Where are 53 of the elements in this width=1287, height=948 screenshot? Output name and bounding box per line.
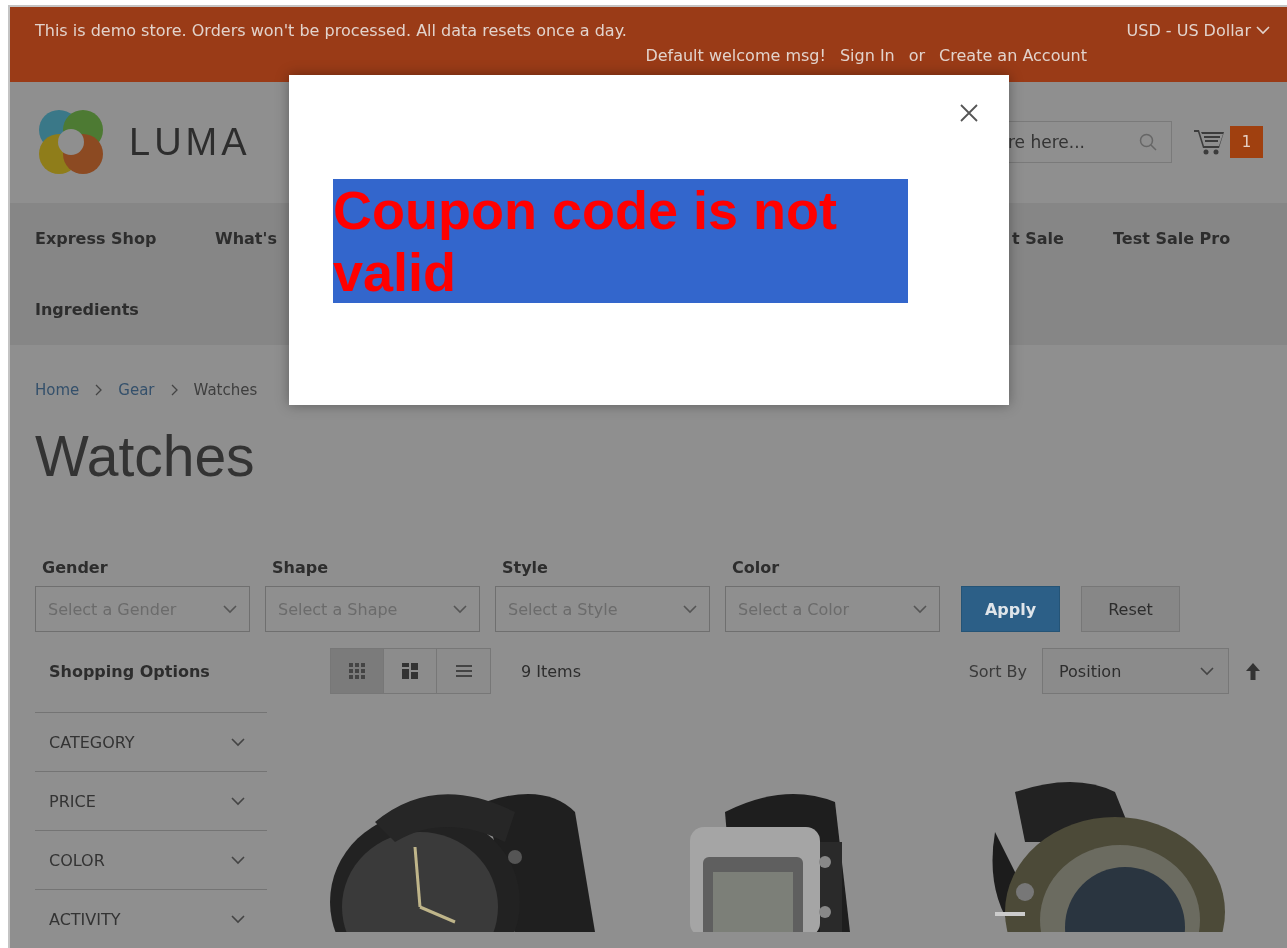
filter-label: Gender xyxy=(41,558,108,577)
chevron-down-icon xyxy=(453,604,467,614)
reset-button[interactable]: Reset xyxy=(1081,586,1180,632)
filter-section-header[interactable]: PRICE xyxy=(35,771,267,830)
filter-section-header[interactable]: COLOR xyxy=(35,830,267,889)
chevron-down-icon xyxy=(231,855,245,865)
filter-label: Color xyxy=(731,558,780,577)
chevron-right-icon xyxy=(95,384,103,396)
filter-section-header[interactable]: ACTIVITY xyxy=(35,889,267,948)
chevron-down-icon xyxy=(683,604,697,614)
breadcrumb-current: Watches xyxy=(193,381,258,399)
sort-label: Sort By xyxy=(968,661,1027,681)
sidebar-heading: Shopping Options xyxy=(48,661,211,681)
nav-menu-item[interactable]: What's xyxy=(215,229,277,248)
create-account-link[interactable]: Create an Account xyxy=(939,46,1087,65)
sign-in-link[interactable]: Sign In xyxy=(839,46,895,65)
close-icon[interactable] xyxy=(960,104,978,122)
tile-view-icon xyxy=(402,663,418,679)
chevron-down-icon xyxy=(1200,666,1214,676)
apply-button[interactable]: Apply xyxy=(961,586,1060,632)
filter-label: Shape xyxy=(271,558,328,577)
chevron-down-icon xyxy=(223,604,237,614)
demo-notice: This is demo store. Orders won't be processed. All data resets once a day. xyxy=(35,21,627,40)
filter-section-header[interactable]: CATEGORY xyxy=(35,712,267,771)
list-view-icon xyxy=(455,663,472,679)
chevron-down-icon xyxy=(231,914,245,924)
chevron-down-icon xyxy=(913,604,927,614)
sort-dropdown[interactable]: Position xyxy=(1042,648,1229,694)
view-mode-button[interactable] xyxy=(331,649,384,693)
currency-switcher[interactable]: USD - US Dollar xyxy=(1126,21,1270,40)
page-title: Watches xyxy=(35,423,256,490)
grid-view-icon xyxy=(349,663,365,679)
logo-text: LUMA xyxy=(129,120,251,164)
nav-menu-item[interactable]: t Sale xyxy=(1012,229,1064,248)
filter-label: Style xyxy=(501,558,548,577)
nav-menu-item[interactable]: Test Sale Pro xyxy=(1113,229,1231,248)
welcome-message: Default welcome msg! xyxy=(645,46,826,65)
search-icon xyxy=(1139,133,1157,152)
error-message: Coupon code is not valid xyxy=(333,179,908,303)
search-field[interactable]: re here... xyxy=(1008,121,1172,164)
nav-menu-item[interactable]: Express Shop xyxy=(35,229,157,248)
breadcrumb-link[interactable]: Gear xyxy=(118,381,155,399)
breadcrumb-link[interactable]: Home xyxy=(35,381,80,399)
nav-menu-item[interactable]: Ingredients xyxy=(35,300,139,319)
or-text: or xyxy=(908,46,926,65)
cart-count-badge: 1 xyxy=(1230,126,1263,159)
chevron-right-icon xyxy=(170,384,178,396)
chevron-down-icon xyxy=(1256,26,1270,35)
sort-arrow-up-icon[interactable] xyxy=(1246,662,1260,680)
cart-icon xyxy=(1194,128,1224,157)
item-count: 9 Items xyxy=(521,661,582,681)
chevron-down-icon xyxy=(231,796,245,806)
chevron-down-icon xyxy=(231,737,245,747)
